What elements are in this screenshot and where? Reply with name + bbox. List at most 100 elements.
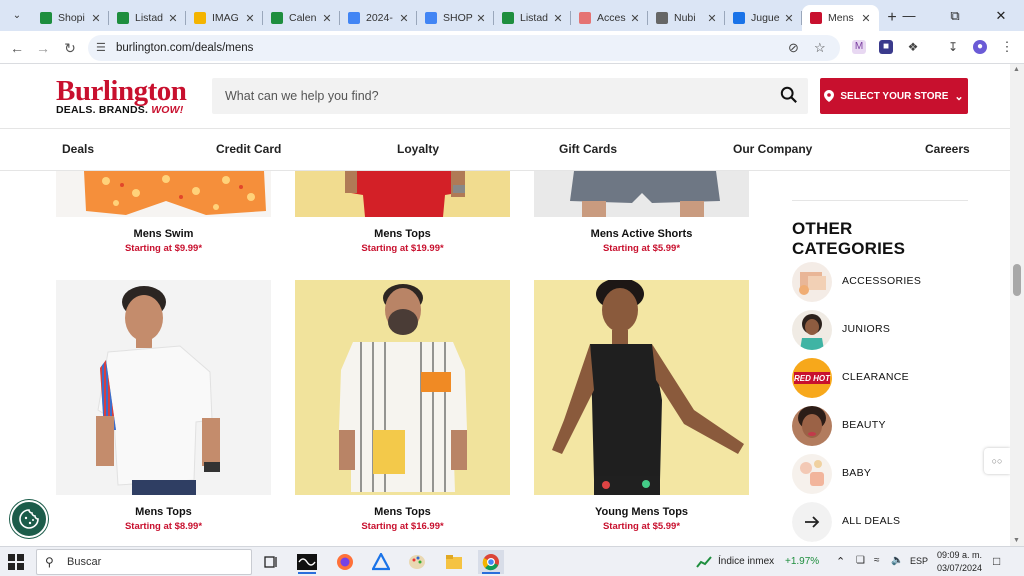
search-input[interactable]: What can we help you find? [212, 78, 808, 114]
close-tab-icon[interactable]: ✕ [859, 12, 873, 25]
category-beauty[interactable]: BEAUTY [792, 406, 968, 446]
browser-tab[interactable]: Shopi ✕ [32, 5, 109, 31]
firefox-icon[interactable] [332, 550, 358, 574]
windows-start-icon[interactable] [8, 554, 24, 570]
nav-careers[interactable]: Careers [925, 142, 970, 156]
back-button[interactable]: ← [7, 38, 27, 58]
scrollbar-thumb[interactable] [1013, 264, 1021, 296]
docs-icon [348, 12, 360, 24]
browser-tab[interactable]: Acces ✕ [571, 5, 648, 31]
category-accessories[interactable]: ACCESSORIES [792, 262, 968, 302]
product-card-mens-tops-3[interactable]: Mens Tops Starting at $16.99* [295, 280, 510, 536]
nav-gift-cards[interactable]: Gift Cards [559, 142, 617, 156]
product-image [534, 280, 749, 495]
browser-toolbar: ← → ↻ ☰ burlington.com/deals/mens ⊘ ☆ M … [0, 31, 1024, 64]
product-card-young-mens-tops[interactable]: Young Mens Tops Starting at $5.99* [534, 280, 749, 536]
tab-search-chevron-icon[interactable]: ⌄ [6, 5, 28, 27]
browser-tab[interactable]: Nubi ✕ [648, 5, 725, 31]
browser-tab[interactable]: Listad ✕ [494, 5, 571, 31]
sheets-icon [117, 12, 129, 24]
wifi-icon[interactable]: ≈ [874, 555, 880, 566]
bookmark-star-icon[interactable]: ☆ [814, 40, 826, 56]
maximize-button[interactable]: ⧉ [932, 0, 978, 31]
address-bar[interactable]: ☰ burlington.com/deals/mens ⊘ ☆ [88, 35, 840, 61]
product-name: Mens Tops [374, 506, 431, 518]
product-price: Starting at $5.99* [602, 243, 681, 254]
nav-loyalty[interactable]: Loyalty [397, 142, 439, 156]
clock-time[interactable]: 09:09 a. m. [937, 550, 982, 560]
show-hidden-icons-chevron-icon[interactable]: ⌃ [836, 555, 845, 568]
chat-widget-icon[interactable]: ○○ [984, 448, 1010, 474]
scroll-up-arrow-icon[interactable]: ▲ [1013, 66, 1020, 73]
clock-date[interactable]: 03/07/2024 [937, 563, 982, 573]
extension-m-icon[interactable]: M [852, 40, 866, 54]
menu-kebab-icon[interactable]: ⋮ [1000, 40, 1014, 54]
language-indicator[interactable]: ESP [910, 556, 928, 566]
browser-tab[interactable]: Mens ✕ [802, 5, 879, 31]
extensions-puzzle-icon[interactable]: ❖ [906, 40, 920, 54]
category-label: BEAUTY [842, 419, 886, 431]
product-card-mens-tops-1[interactable]: Mens Tops Starting at $19.99* [295, 171, 510, 254]
close-tab-icon[interactable]: ✕ [89, 12, 103, 25]
product-price: Starting at $5.99* [602, 521, 681, 532]
site-info-icon[interactable]: ☰ [96, 41, 106, 54]
browser-tab[interactable]: Jugue ✕ [725, 5, 802, 31]
close-tab-icon[interactable]: ✕ [166, 12, 180, 25]
taskbar-search-label: Buscar [67, 556, 102, 568]
stock-name[interactable]: Índice inmex [718, 556, 774, 567]
extension-colorful-icon[interactable]: ■ [879, 40, 893, 54]
product-price: Starting at $8.99* [124, 521, 203, 532]
tab-label: IMAG [212, 12, 239, 24]
close-tab-icon[interactable]: ✕ [782, 12, 796, 25]
close-tab-icon[interactable]: ✕ [705, 12, 719, 25]
product-card-mens-swim[interactable]: Mens Swim Starting at $9.99* [56, 171, 271, 254]
close-tab-icon[interactable]: ✕ [243, 12, 257, 25]
browser-tab[interactable]: SHOP ✕ [417, 5, 494, 31]
profile-avatar[interactable]: ● [973, 40, 987, 54]
close-tab-icon[interactable]: ✕ [320, 12, 334, 25]
volume-icon[interactable]: 🔈 [891, 555, 903, 566]
search-icon[interactable] [780, 86, 798, 104]
scroll-down-arrow-icon[interactable]: ▼ [1013, 537, 1020, 544]
other-categories-title: OTHER CATEGORIES [792, 219, 906, 258]
download-icon[interactable]: ↧ [946, 40, 960, 54]
close-tab-icon[interactable]: ✕ [397, 12, 411, 25]
browser-tab[interactable]: IMAG ✕ [186, 5, 263, 31]
category-label: CLEARANCE [842, 371, 909, 383]
cookie-settings-button[interactable] [10, 500, 48, 538]
notifications-icon[interactable]: □ [993, 554, 1000, 568]
file-explorer-icon[interactable] [441, 550, 467, 574]
product-card-mens-active-shorts[interactable]: Mens Active Shorts Starting at $5.99* [534, 171, 749, 254]
category-all-deals[interactable]: ALL DEALS [792, 502, 968, 542]
category-clearance[interactable]: RED HOT CLEARANCE [792, 358, 968, 398]
reload-button[interactable]: ↻ [60, 38, 80, 58]
forward-button[interactable]: → [33, 38, 53, 58]
task-view-icon[interactable] [258, 550, 284, 574]
close-tab-icon[interactable]: ✕ [628, 12, 642, 25]
app-wave-icon[interactable] [294, 550, 320, 574]
chrome-icon[interactable] [478, 550, 504, 574]
product-card-mens-tops-2[interactable]: Mens Tops Starting at $8.99* [56, 280, 271, 536]
sheets-icon [40, 12, 52, 24]
nav-our-company[interactable]: Our Company [733, 142, 812, 156]
browser-tab[interactable]: Listad ✕ [109, 5, 186, 31]
paint-icon[interactable] [404, 550, 430, 574]
burlington-logo[interactable]: Burlington DEALS. BRANDS. WOW! [56, 75, 206, 117]
select-store-button[interactable]: SELECT YOUR STORE ⌄ [820, 78, 968, 114]
nav-deals[interactable]: Deals [62, 142, 94, 156]
page-scrollbar[interactable]: ▲ ▼ [1010, 64, 1024, 546]
tray-copy-icon[interactable]: ❏ [856, 555, 865, 566]
product-image [56, 280, 271, 495]
category-juniors[interactable]: JUNIORS [792, 310, 968, 350]
close-tab-icon[interactable]: ✕ [551, 12, 565, 25]
taskbar-search-input[interactable]: ⚲ Buscar [36, 549, 252, 575]
category-baby[interactable]: BABY [792, 454, 968, 494]
browser-tab[interactable]: Calen ✕ [263, 5, 340, 31]
nav-credit-card[interactable]: Credit Card [216, 142, 281, 156]
eye-off-icon[interactable]: ⊘ [788, 40, 799, 56]
close-tab-icon[interactable]: ✕ [474, 12, 488, 25]
close-window-button[interactable]: ✕ [978, 0, 1024, 31]
app-triangle-icon[interactable] [368, 550, 394, 574]
minimize-button[interactable]: — [886, 0, 932, 31]
browser-tab[interactable]: 2024- ✕ [340, 5, 417, 31]
